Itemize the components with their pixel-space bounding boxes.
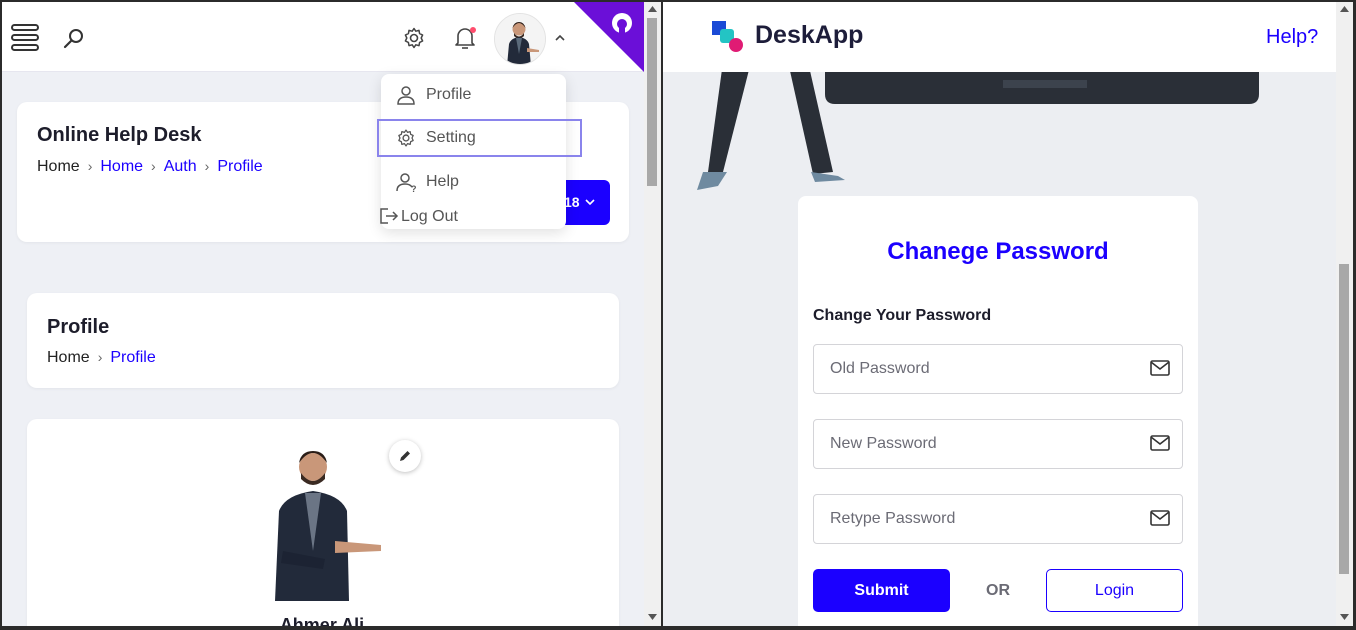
deskapp-logo-icon[interactable] [711, 20, 745, 54]
chevron-right-icon: › [97, 349, 103, 365]
chevron-right-icon: › [204, 158, 210, 174]
menu-item-label: Setting [426, 129, 476, 146]
breadcrumb-profile[interactable]: Profile [110, 349, 155, 366]
chevron-right-icon: › [151, 158, 156, 174]
help-user-icon: ? [396, 172, 418, 192]
breadcrumb: Home › Home › Auth › Profile [37, 158, 263, 176]
envelope-icon [1150, 510, 1170, 526]
svg-text:?: ? [411, 184, 417, 192]
profile-photo [265, 441, 385, 601]
right-window: DeskApp Help? Chanege Password Change Yo… [663, 2, 1336, 626]
envelope-icon [1150, 360, 1170, 376]
brand-name[interactable]: DeskApp [755, 21, 863, 50]
pencil-icon [398, 449, 412, 463]
menu-item-label: Log Out [401, 208, 458, 225]
user-icon [396, 85, 416, 105]
breadcrumb-profile[interactable]: Profile [217, 158, 262, 175]
old-password-field[interactable] [813, 344, 1183, 394]
menu-item-setting[interactable]: Setting [377, 119, 582, 157]
menu-item-help[interactable]: ? Help [381, 163, 566, 201]
form-subtitle: Change Your Password [813, 307, 992, 324]
scroll-down-icon[interactable] [1340, 614, 1349, 620]
login-button[interactable]: Login [1046, 569, 1183, 612]
or-separator: OR [986, 582, 1010, 599]
gear-icon[interactable] [402, 26, 426, 50]
left-scrollbar[interactable] [644, 2, 661, 626]
chevron-right-icon: › [87, 158, 93, 174]
submit-button[interactable]: Submit [813, 569, 950, 612]
change-password-card: Chanege Password Change Your Password Su… [798, 196, 1198, 626]
breadcrumb-auth[interactable]: Auth [164, 158, 197, 175]
date-button-label: 18 [564, 194, 580, 210]
search-icon[interactable] [62, 27, 86, 51]
right-scrollbar[interactable] [1336, 2, 1353, 626]
menu-item-label: Profile [426, 86, 472, 103]
user-dropdown-menu: Profile Setting ? Help Log Out [377, 74, 582, 229]
right-scrollbar-thumb[interactable] [1339, 264, 1349, 574]
bell-icon[interactable] [452, 24, 478, 50]
envelope-icon [1150, 435, 1170, 451]
help-link[interactable]: Help? [1266, 26, 1318, 49]
breadcrumb-home[interactable]: Home [47, 349, 90, 366]
new-password-field[interactable] [813, 419, 1183, 469]
app-header: DeskApp Help? [663, 2, 1336, 72]
profile-name: Ahmer Ali [279, 615, 365, 626]
edit-avatar-button[interactable] [389, 440, 421, 472]
scroll-down-icon[interactable] [648, 614, 657, 620]
profile-header-card: Profile Home › Profile [27, 293, 619, 388]
breadcrumb: Home › Profile [47, 349, 156, 367]
breadcrumb-home-link[interactable]: Home [100, 158, 143, 175]
logout-icon [379, 207, 399, 225]
chevron-down-icon [585, 198, 595, 206]
left-window: Online Help Desk Home › Home › Auth › Profile … [2, 2, 644, 626]
screen: Online Help Desk Home › Home › Auth › Profile … [0, 0, 1356, 630]
menu-item-profile[interactable]: Profile [381, 76, 566, 114]
retype-password-field[interactable] [813, 494, 1183, 544]
page-title: Online Help Desk [37, 124, 202, 146]
gear-icon [396, 128, 416, 148]
form-title: Chanege Password [887, 238, 1109, 265]
left-scrollbar-thumb[interactable] [647, 18, 657, 186]
hero-illustration [663, 62, 1336, 202]
profile-details-card: Ahmer Ali [27, 419, 619, 626]
retype-password-input[interactable] [815, 496, 1135, 542]
chevron-up-icon[interactable] [554, 33, 566, 43]
scroll-up-icon[interactable] [1340, 6, 1349, 12]
profile-title: Profile [47, 316, 110, 338]
scroll-up-icon[interactable] [648, 6, 657, 12]
new-password-input[interactable] [815, 421, 1135, 467]
top-header [2, 2, 644, 72]
breadcrumb-home[interactable]: Home [37, 158, 80, 175]
menu-item-logout[interactable]: Log Out [379, 202, 566, 240]
avatar[interactable] [494, 13, 546, 65]
github-ribbon[interactable] [574, 2, 644, 72]
menu-item-label: Help [426, 173, 459, 190]
old-password-input[interactable] [815, 346, 1135, 392]
menu-icon[interactable] [10, 23, 40, 53]
